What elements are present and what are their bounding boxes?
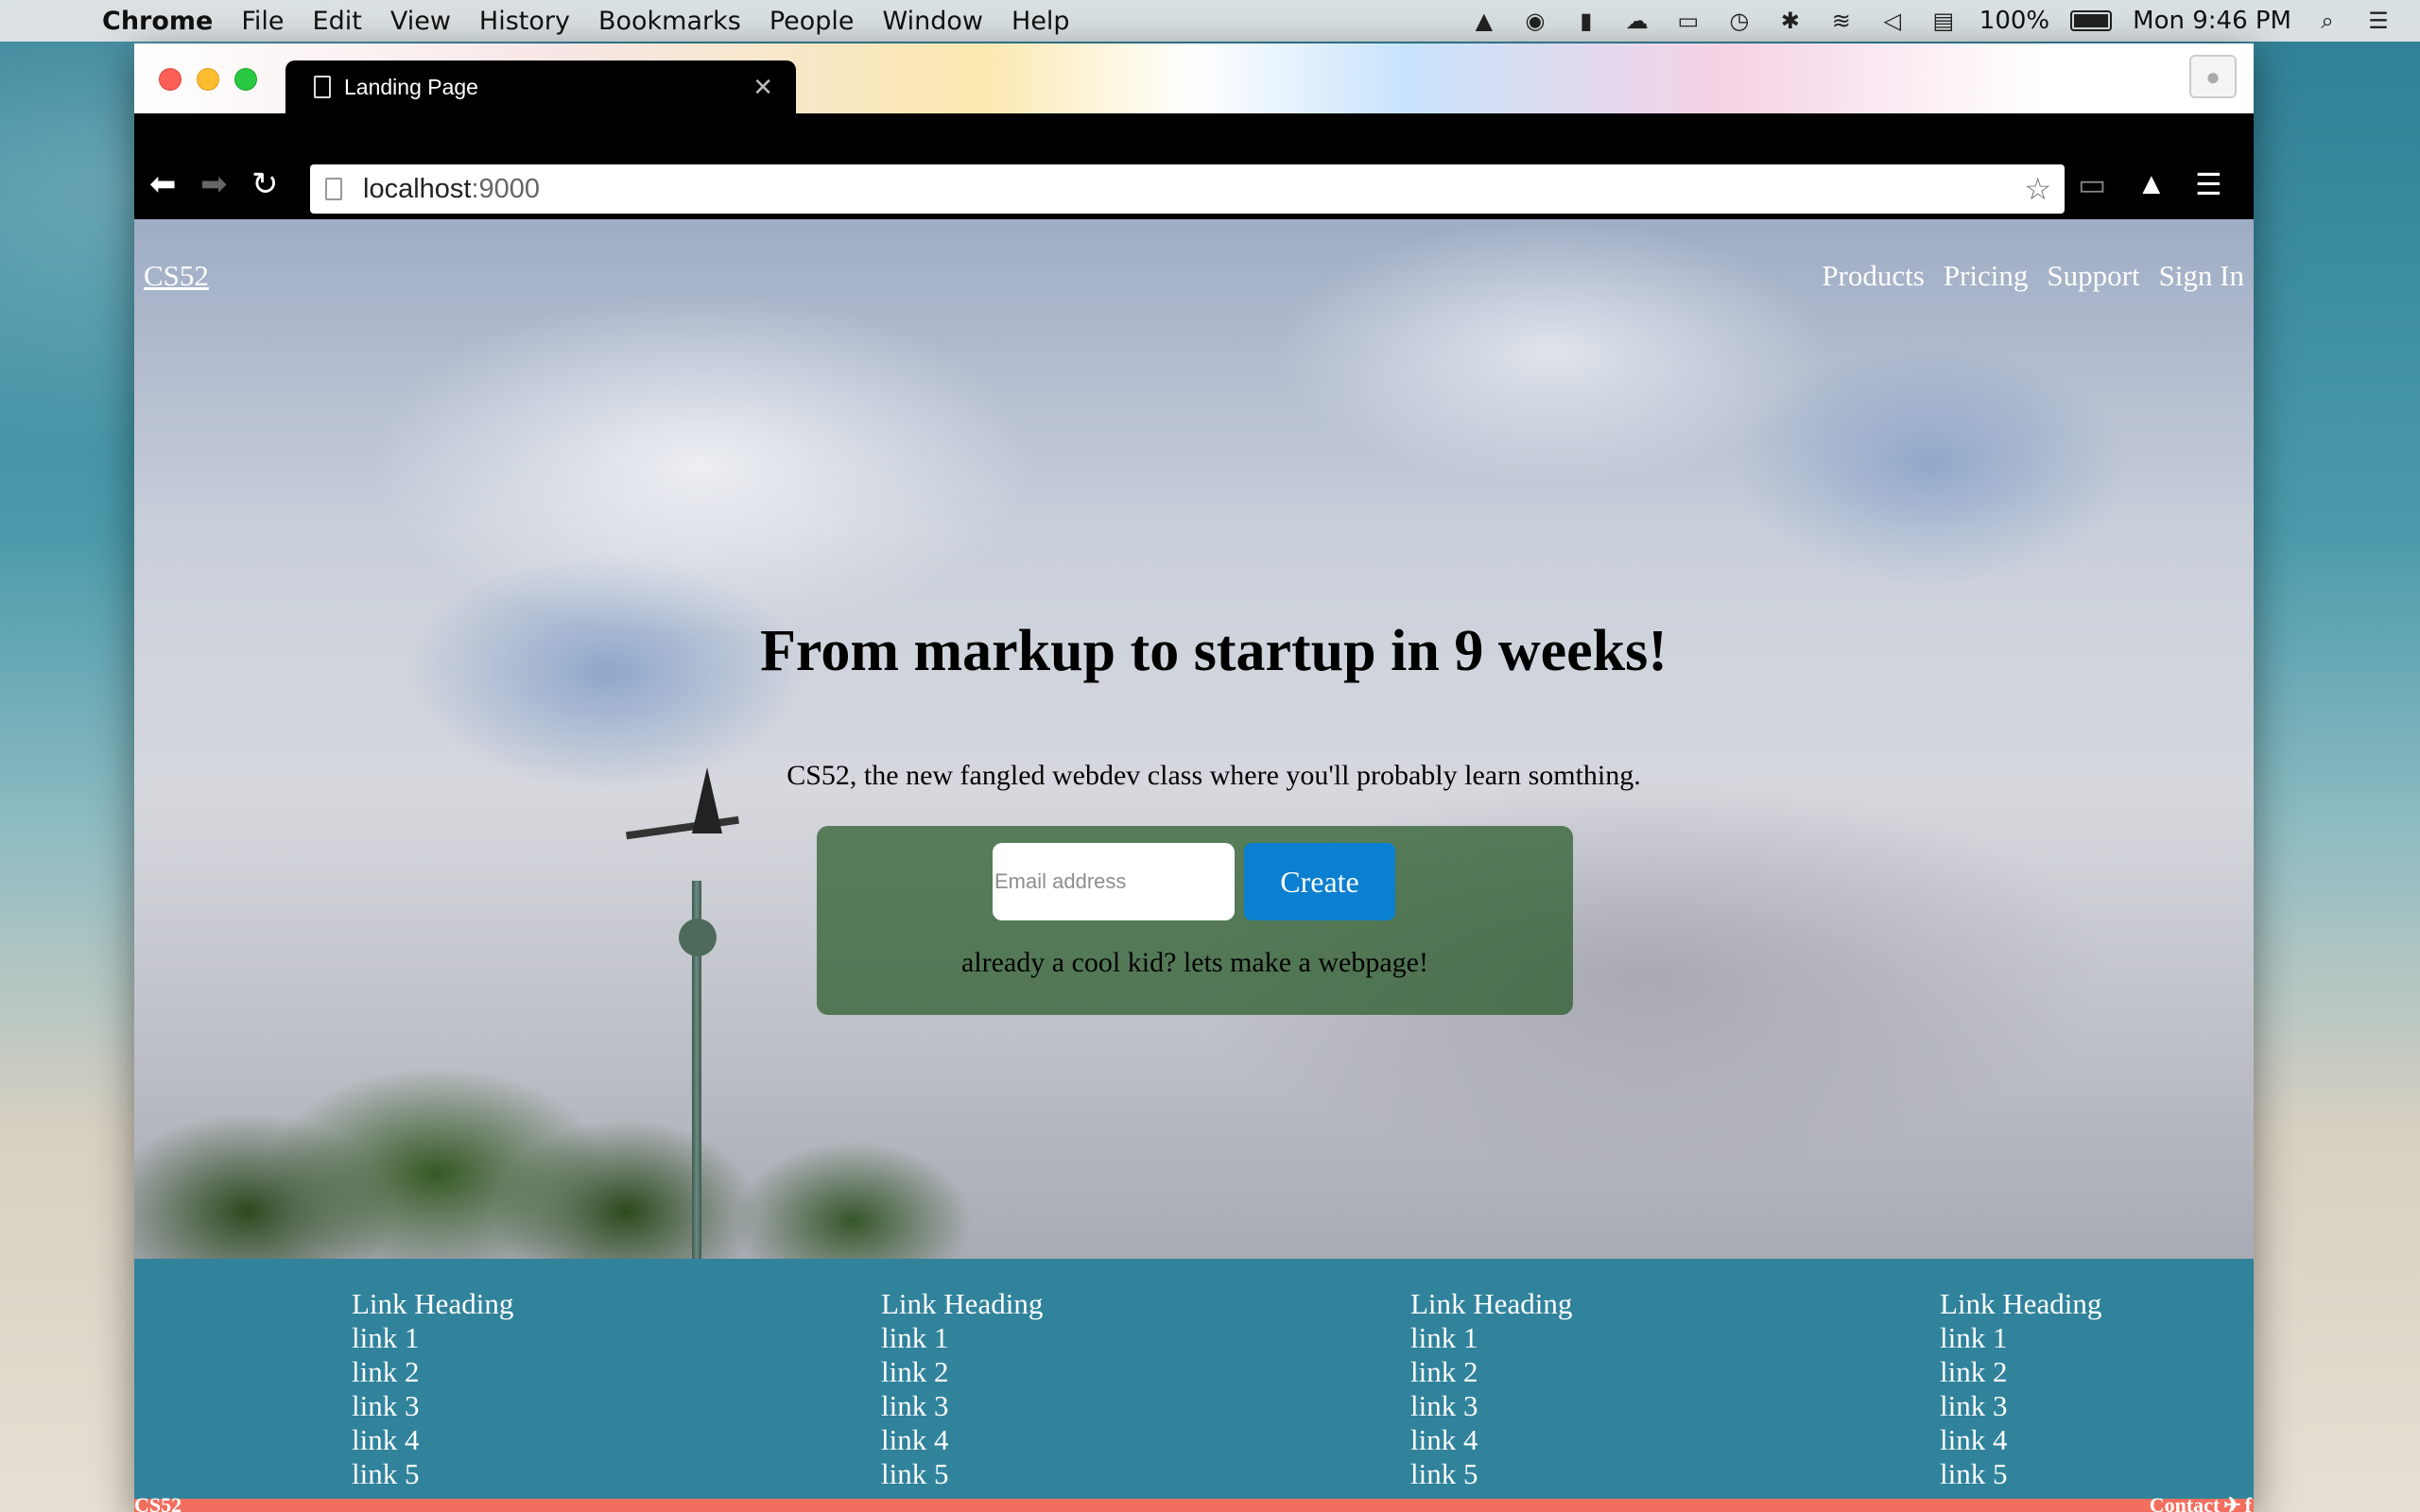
clock[interactable]: Mon 9:46 PM [2133, 7, 2291, 35]
menu-history[interactable]: History [479, 7, 570, 36]
menu-bookmarks[interactable]: Bookmarks [598, 7, 741, 36]
footer-link[interactable]: link 5 [881, 1457, 1043, 1491]
footer-link[interactable]: link 5 [352, 1457, 513, 1491]
hero-headline: From markup to startup in 9 weeks! [760, 619, 1668, 683]
facebook-icon[interactable]: f [2245, 1493, 2252, 1512]
footer-link[interactable]: link 3 [352, 1389, 513, 1423]
wifi-icon[interactable]: ≋ [1826, 8, 1857, 34]
footer-link[interactable]: link 2 [1410, 1355, 1572, 1389]
footer-link[interactable]: link 3 [881, 1389, 1043, 1423]
menu-window[interactable]: Window [883, 7, 983, 36]
nav-products-link[interactable]: Products [1822, 259, 1925, 293]
footer-links: Link Heading link 1 link 2 link 3 link 4… [134, 1259, 2254, 1499]
bookmark-star-icon[interactable]: ☆ [2024, 171, 2051, 207]
zoom-window-button[interactable] [234, 68, 257, 91]
macos-menu-bar: Chrome File Edit View History Bookmarks … [0, 0, 2420, 42]
close-tab-icon[interactable]: ✕ [752, 73, 773, 102]
chrome-menu-icon[interactable]: ☰ [2195, 166, 2222, 202]
footer-link[interactable]: link 1 [352, 1321, 513, 1355]
hero-subhead: CS52, the new fangled webdev class where… [786, 760, 1641, 791]
page-info-icon[interactable] [325, 178, 342, 200]
page-viewport: CS52 Products Pricing Support Sign In Fr… [134, 219, 2254, 1512]
google-drive-icon[interactable]: ▲ [1469, 8, 1499, 34]
time-machine-icon[interactable]: ◷ [1724, 8, 1754, 34]
footer-link[interactable]: link 4 [1940, 1423, 2101, 1457]
footer-link[interactable]: link 5 [1940, 1457, 2101, 1491]
site-nav: Products Pricing Support Sign In [1822, 259, 2244, 293]
footer-link[interactable]: link 5 [1410, 1457, 1572, 1491]
us-flag-icon[interactable]: ▤ [1928, 8, 1959, 34]
status-area: ▲ ◉ ▮ ☁ ▭ ◷ ✱ ≋ ◁ ▤ 100% Mon 9:46 PM ⌕ ☰ [1469, 7, 2420, 35]
browser-toolbar: ⬅ ➡ ↻ localhost:9000 ☆ ▭ ▲ ☰ [134, 113, 2254, 219]
close-window-button[interactable] [159, 68, 182, 91]
airplay-icon[interactable]: ▭ [1673, 8, 1703, 34]
footer-link[interactable]: link 1 [1410, 1321, 1572, 1355]
google-drive-icon[interactable]: ▲ [2136, 166, 2167, 201]
volume-icon[interactable]: ◁ [1877, 8, 1908, 34]
footer-link[interactable]: link 4 [1410, 1423, 1572, 1457]
spotlight-search-icon[interactable]: ⌕ [2312, 8, 2342, 34]
battery-percent: 100% [1979, 7, 2050, 35]
footer-column-heading: Link Heading [881, 1287, 1044, 1320]
hero-trees-image [134, 975, 1080, 1259]
email-input[interactable] [993, 843, 1235, 920]
site-logo-link[interactable]: CS52 [144, 259, 209, 293]
menu-people[interactable]: People [769, 7, 855, 36]
footer-column: Link Heading link 1 link 2 link 3 link 4… [352, 1287, 513, 1491]
tab-title: Landing Page [344, 74, 478, 99]
minimize-window-button[interactable] [197, 68, 219, 91]
signup-box: Create already a cool kid? lets make a w… [817, 826, 1573, 1015]
spire-ball-image [679, 919, 717, 956]
reload-icon[interactable]: ↻ [251, 168, 279, 200]
url-host: localhost [363, 173, 472, 204]
create-button[interactable]: Create [1244, 843, 1395, 920]
back-arrow-icon[interactable]: ⬅ [149, 168, 177, 200]
footer-link[interactable]: link 1 [881, 1321, 1043, 1355]
cloud-icon[interactable]: ☁ [1622, 8, 1652, 34]
footer-link[interactable]: link 2 [352, 1355, 513, 1389]
chrome-window: Landing Page ✕ ● ⬅ ➡ ↻ localhost:9000 ☆ … [134, 43, 2254, 1512]
cool-kid-link[interactable]: already a cool kid? lets make a webpage! [817, 947, 1573, 979]
bottom-bar: CS52 Contact ✈ f [134, 1493, 2254, 1512]
footer-column-heading: Link Heading [352, 1287, 514, 1320]
hero-section: CS52 Products Pricing Support Sign In Fr… [134, 219, 2254, 1259]
profile-icon[interactable]: ● [2189, 55, 2237, 98]
contact-link[interactable]: Contact [2150, 1493, 2221, 1512]
footer-link[interactable]: link 2 [1940, 1355, 2101, 1389]
nav-sign-in-link[interactable]: Sign In [2159, 259, 2244, 293]
twitter-icon[interactable]: ✈ [2223, 1493, 2240, 1512]
footer-column: Link Heading link 1 link 2 link 3 link 4… [1940, 1287, 2101, 1491]
notification-center-icon[interactable]: ☰ [2363, 8, 2394, 34]
footer-link[interactable]: link 4 [881, 1423, 1043, 1457]
footer-column: Link Heading link 1 link 2 link 3 link 4… [881, 1287, 1043, 1491]
nav-pricing-link[interactable]: Pricing [1944, 259, 2029, 293]
footer-column-heading: Link Heading [1940, 1287, 2102, 1320]
bottom-bar-right: Contact ✈ f [2150, 1493, 2252, 1512]
footer-column-heading: Link Heading [1410, 1287, 1573, 1320]
page-icon [314, 76, 331, 98]
hard-drive-icon[interactable]: ◉ [1520, 8, 1550, 34]
menu-file[interactable]: File [241, 7, 284, 36]
forward-arrow-icon[interactable]: ➡ [200, 168, 228, 200]
menu-app-name[interactable]: Chrome [102, 7, 213, 36]
menu-edit[interactable]: Edit [313, 7, 362, 36]
url-port: :9000 [471, 173, 541, 204]
footer-link[interactable]: link 1 [1940, 1321, 2101, 1355]
bluetooth-icon[interactable]: ✱ [1775, 8, 1806, 34]
tab-landing-page[interactable]: Landing Page ✕ [285, 60, 796, 113]
battery-icon[interactable] [2070, 10, 2113, 31]
address-bar[interactable]: localhost:9000 ☆ [310, 164, 2065, 214]
bottom-logo-link[interactable]: CS52 [134, 1493, 182, 1512]
shield-icon[interactable]: ▮ [1571, 8, 1601, 34]
nav-support-link[interactable]: Support [2047, 259, 2139, 293]
footer-column: Link Heading link 1 link 2 link 3 link 4… [1410, 1287, 1572, 1491]
cast-icon[interactable]: ▭ [2078, 166, 2106, 202]
footer-link[interactable]: link 3 [1410, 1389, 1572, 1423]
menu-view[interactable]: View [390, 7, 451, 36]
footer-link[interactable]: link 3 [1940, 1389, 2101, 1423]
tab-strip: Landing Page ✕ ● [134, 43, 2254, 113]
footer-link[interactable]: link 2 [881, 1355, 1043, 1389]
footer-link[interactable]: link 4 [352, 1423, 513, 1457]
menu-help[interactable]: Help [1011, 7, 1070, 36]
